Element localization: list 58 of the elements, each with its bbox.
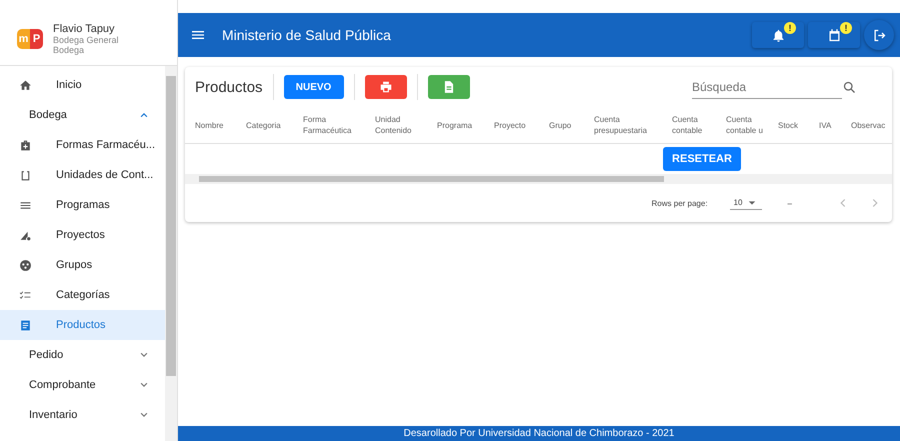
rows-per-page-label: Rows per page:	[652, 198, 708, 208]
scrollbar[interactable]	[165, 66, 177, 441]
column-header[interactable]: Proyecto	[494, 120, 549, 130]
logout-button[interactable]	[864, 20, 894, 50]
printer-icon	[378, 80, 393, 94]
column-header[interactable]: Grupo	[549, 120, 594, 130]
new-button[interactable]: NUEVO	[284, 75, 344, 99]
nav-item[interactable]: Programas	[0, 190, 165, 220]
calendar-button[interactable]: !	[808, 22, 860, 48]
column-header[interactable]: Unidad Contenido	[375, 114, 437, 136]
nav-item[interactable]: Formas Farmacéu...	[0, 130, 165, 160]
nav-item[interactable]: Productos	[0, 310, 165, 340]
caret-icon	[748, 198, 756, 206]
bell-icon	[770, 28, 786, 42]
page-range: –	[788, 198, 792, 208]
column-header[interactable]: Cuenta contable	[672, 114, 726, 136]
nav-item[interactable]: Proyectos	[0, 220, 165, 250]
user-area: Bodega	[53, 44, 119, 54]
card-title: Productos	[195, 78, 263, 96]
clipboard-icon	[19, 168, 32, 182]
nav-item[interactable]: Categorías	[0, 280, 165, 310]
column-header[interactable]: Forma Farmacéutica	[303, 114, 375, 136]
nav-group[interactable]: Comprobante	[0, 370, 165, 400]
logout-icon	[872, 28, 886, 42]
rows-per-page-select[interactable]: 10	[730, 196, 762, 210]
column-header[interactable]: Categoria	[246, 120, 303, 130]
checklist-icon	[19, 288, 32, 302]
nav-item[interactable]: Grupos	[0, 250, 165, 280]
column-header[interactable]: IVA	[819, 120, 851, 130]
nav-item[interactable]: Inicio	[0, 70, 165, 100]
column-header[interactable]: Stock	[778, 120, 819, 130]
nav-group[interactable]: Pedido	[0, 340, 165, 370]
column-header[interactable]: Nombre	[195, 120, 246, 130]
column-header[interactable]: Cuenta contable u	[726, 114, 778, 136]
group-icon	[19, 258, 32, 272]
column-header[interactable]: Programa	[437, 120, 494, 130]
nav-group[interactable]: Bodega	[0, 100, 165, 130]
user-name: Flavio Tapuy	[53, 22, 116, 34]
column-header[interactable]: Observac	[851, 120, 889, 130]
nav-group[interactable]: Inventario	[0, 400, 165, 430]
app-title: Ministerio de Salud Pública	[222, 27, 391, 43]
alert-badge: !	[784, 22, 796, 34]
home-icon	[19, 78, 32, 92]
calendar-icon	[826, 28, 842, 42]
document-icon	[19, 318, 32, 332]
nav-item[interactable]: Unidades de Cont...	[0, 160, 165, 190]
notifications-button[interactable]: !	[752, 22, 804, 48]
search-field[interactable]: Búsqueda	[692, 76, 842, 98]
print-button[interactable]	[364, 75, 407, 99]
footer-text: Desarollado Por Universidad Nacional de Chimborazo - 2021	[404, 428, 674, 439]
user-role: Bodega General	[53, 34, 119, 44]
reset-button[interactable]: RESETEAR	[663, 147, 741, 171]
medical-bag-icon	[19, 138, 32, 152]
scrollbar[interactable]	[185, 174, 892, 184]
alert-badge: !	[840, 22, 852, 34]
search-icon	[842, 80, 857, 94]
export-button[interactable]	[428, 75, 470, 99]
column-header[interactable]: Cuenta presupuestaria	[594, 114, 672, 136]
